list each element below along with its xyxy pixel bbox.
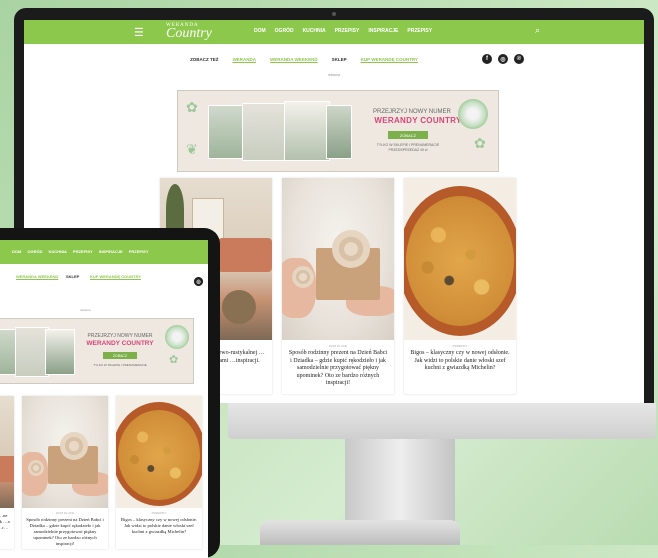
monitor-chin [228, 403, 656, 439]
subnav-item[interactable]: WERANDA WEEKEND [16, 274, 58, 279]
leaf-icon: ✿ [474, 135, 486, 151]
magazine-cover-image [15, 327, 49, 377]
article-image [22, 396, 108, 508]
logo-text: Country [166, 26, 212, 41]
subnav-item[interactable]: WERANDA [233, 57, 257, 62]
leaf-icon: ✿ [169, 354, 179, 366]
subnav-item[interactable]: SKLEP [332, 57, 347, 62]
tablet-main-nav: DOM OGRÓD KUCHNIA PRZEPISY INSPIRACJE PR… [12, 249, 149, 254]
nav-item[interactable]: OGRÓD [27, 249, 42, 254]
banner-small-line: PRZEDSPRZEDAŻ 49 zł [388, 148, 428, 152]
article-card[interactable]: PRZEPISY Bigos – klasyczny czy w nowej o… [404, 178, 516, 394]
menu-icon[interactable]: ☰ [134, 26, 144, 39]
banner-kicker: PRZEJRZYJ NOWY NUMER [373, 109, 451, 115]
nav-item[interactable]: DOM [254, 28, 266, 34]
sofa-shape [0, 456, 14, 482]
monitor-stand [345, 439, 455, 524]
magazine-cover-image [45, 329, 75, 375]
instagram-icon[interactable]: ◎ [194, 277, 203, 286]
nav-item[interactable]: OGRÓD [275, 28, 294, 34]
nav-item[interactable]: PRZEPISY [335, 28, 360, 34]
subnav-item[interactable]: KUP WERANDĘ COUNTRY [361, 57, 418, 62]
article-image [0, 396, 14, 508]
tablet-site-header: DOM OGRÓD KUCHNIA PRZEPISY INSPIRACJE PR… [0, 240, 208, 264]
bigos-shape [406, 196, 514, 326]
tablet-article-cards: …ne jak …a …r… DOM IN LIFE Sposób rodzin… [0, 396, 202, 549]
magazine-cover-image [242, 103, 288, 161]
flower-icon [165, 325, 189, 349]
magazine-cover-image [208, 105, 246, 159]
subnav-item[interactable]: SKLEP [66, 274, 79, 279]
banner-kicker: PRZEJRZYJ NOWY NUMER [87, 333, 153, 339]
soap-rose-shape [60, 432, 88, 460]
nav-item[interactable]: PRZEPISY [129, 249, 149, 254]
sub-nav: ZOBACZ TEŻ WERANDA WERANDA WEEKEND SKLEP… [24, 47, 644, 71]
article-title[interactable]: Bigos – klasyczny czy w nowej odsłonie. … [116, 515, 202, 537]
table-shape [222, 290, 256, 324]
banner-button[interactable]: ZOBACZ [388, 131, 428, 139]
leaf-icon: ❦ [186, 141, 198, 157]
banner-brand: WERANDY COUNTRY [374, 116, 462, 125]
camera-dot [332, 12, 336, 16]
instagram-icon[interactable]: ◎ [498, 54, 508, 64]
site-logo[interactable]: WERANDA Country [166, 23, 212, 42]
article-title[interactable]: Bigos – klasyczny czy w nowej odsłonie. … [404, 348, 516, 379]
article-card[interactable]: PRZEPISY Bigos – klasyczny czy w nowej o… [116, 396, 202, 549]
subnav-item[interactable]: KUP WERANDĘ COUNTRY [90, 274, 141, 279]
article-card[interactable]: DOM IN LIFE Sposób rodzinny prezent na D… [282, 178, 394, 394]
article-image [282, 178, 394, 340]
nav-item[interactable]: KUCHNIA [48, 249, 66, 254]
article-image [404, 178, 516, 340]
banner-small-text: TYLKO W SKLEPIE I PRENUMERACIE [93, 363, 147, 367]
ad-label: reklama [327, 73, 341, 77]
social-links: f ◎ ℗ [482, 54, 524, 64]
tablet-sub-nav: WERANDA WEEKEND SKLEP KUP WERANDĘ COUNTR… [0, 268, 208, 286]
nav-item[interactable]: DOM [12, 249, 21, 254]
ad-label: reklama [80, 308, 91, 312]
nav-item[interactable]: INSPIRACJE [99, 249, 123, 254]
main-nav: DOM OGRÓD KUCHNIA PRZEPISY INSPIRACJE PR… [254, 28, 432, 34]
flower-icon [458, 99, 488, 129]
banner-button[interactable]: ZOBACZ [103, 352, 137, 359]
magazine-banner[interactable]: ✿ ❦ PRZEJRZYJ NOWY NUMER WERANDY COUNTRY… [177, 90, 499, 172]
nav-item[interactable]: KUCHNIA [303, 28, 326, 34]
article-card[interactable]: DOM IN LIFE Sposób rodzinny prezent na D… [22, 396, 108, 549]
banner-brand: WERANDY COUNTRY [86, 340, 154, 347]
magazine-cover-image [326, 105, 352, 159]
site-header: ☰ WERANDA Country DOM OGRÓD KUCHNIA PRZE… [24, 20, 644, 44]
banner-small-text: TYLKO W SKLEPIE I PRENUMERACIE PRZEDSPRZ… [368, 143, 448, 153]
nav-item[interactable]: PRZEPISY [407, 28, 432, 34]
tablet-magazine-banner[interactable]: PRZEJRZYJ NOWY NUMER WERANDY COUNTRY ZOB… [0, 318, 194, 384]
facebook-icon[interactable]: f [482, 54, 492, 64]
pinterest-icon[interactable]: ℗ [514, 54, 524, 64]
soap-rose-shape [332, 230, 370, 268]
monitor-base [260, 520, 460, 545]
article-image [116, 396, 202, 508]
nav-item[interactable]: PRZEPISY [73, 249, 93, 254]
article-title[interactable]: …ne jak …a …r… [0, 511, 14, 533]
article-title[interactable]: Sposób rodzinny prezent na Dzień Babci i… [22, 515, 108, 549]
soap-rose-shape [292, 266, 314, 288]
bigos-shape [118, 410, 200, 500]
nav-item[interactable]: INSPIRACJE [368, 28, 398, 34]
subnav-item[interactable]: ZOBACZ TEŻ [190, 57, 219, 62]
tablet-device: DOM OGRÓD KUCHNIA PRZEPISY INSPIRACJE PR… [0, 228, 220, 558]
magazine-cover-image [284, 101, 330, 161]
plant-shape [166, 184, 184, 234]
article-title[interactable]: Sposób rodzinny prezent na Dzień Babci i… [282, 348, 394, 394]
soap-rose-shape [28, 460, 44, 476]
tablet-screen: DOM OGRÓD KUCHNIA PRZEPISY INSPIRACJE PR… [0, 240, 208, 558]
leaf-icon: ✿ [186, 99, 198, 115]
subnav-item[interactable]: WERANDA WEEKEND [270, 57, 318, 62]
article-card[interactable]: …ne jak …a …r… [0, 396, 14, 549]
sofa-shape [218, 238, 272, 272]
search-icon[interactable]: ⌕ [535, 25, 540, 36]
